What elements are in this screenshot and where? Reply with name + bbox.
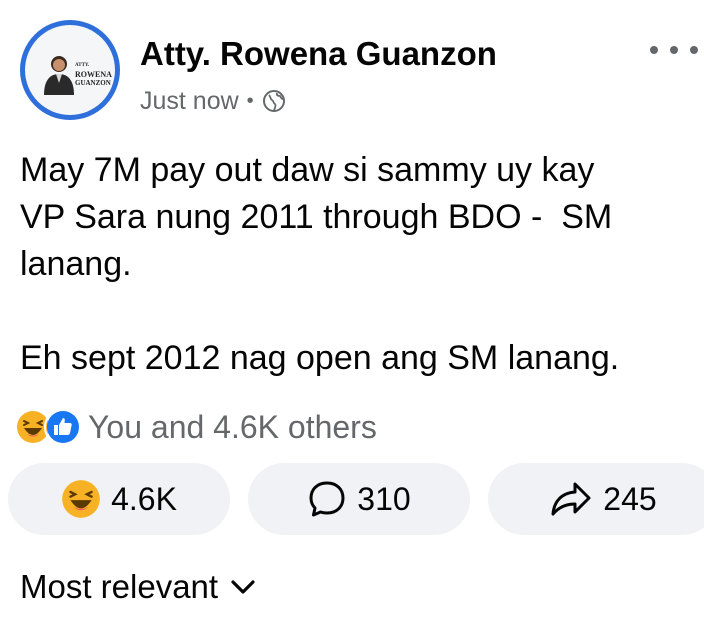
- more-dot-icon: [670, 46, 678, 54]
- avatar-text-line2: ROWENA: [75, 70, 112, 79]
- comment-button[interactable]: 310: [248, 463, 470, 535]
- like-icon: [44, 408, 82, 446]
- sort-label: Most relevant: [20, 568, 219, 605]
- reaction-icons: [14, 408, 82, 446]
- avatar[interactable]: ATTY. ROWENA GUANZON: [20, 20, 120, 120]
- react-button[interactable]: 4.6K: [8, 463, 230, 535]
- author-name[interactable]: Atty. Rowena Guanzon: [140, 35, 497, 73]
- react-count: 4.6K: [111, 480, 177, 517]
- post-text: May 7M pay out daw si sammy uy kay VP Sa…: [20, 151, 620, 377]
- avatar-logo-text: ATTY. ROWENA GUANZON: [75, 61, 115, 88]
- post-meta: Just now •: [140, 86, 286, 116]
- avatar-text-line1: ATTY.: [75, 63, 90, 68]
- separator-dot: •: [246, 89, 254, 112]
- reactions-summary[interactable]: You and 4.6K others: [14, 407, 377, 447]
- chevron-down-icon: [231, 580, 255, 594]
- timestamp[interactable]: Just now: [140, 87, 239, 116]
- comment-icon: [309, 481, 345, 517]
- share-button[interactable]: 245: [488, 463, 704, 535]
- haha-icon: [62, 480, 100, 518]
- facebook-post: ATTY. ROWENA GUANZON Atty. Rowena Guanzo…: [0, 0, 704, 624]
- more-dot-icon: [690, 46, 698, 54]
- globe-icon[interactable]: [262, 89, 286, 113]
- share-count: 245: [603, 480, 657, 517]
- comment-sort-dropdown[interactable]: Most relevant: [20, 567, 256, 607]
- avatar-image: ATTY. ROWENA GUANZON: [25, 25, 115, 115]
- avatar-text-line3: GUANZON: [75, 79, 111, 87]
- more-options-button[interactable]: [650, 38, 698, 62]
- more-dot-icon: [650, 46, 658, 54]
- person-photo: [44, 56, 74, 95]
- share-icon: [551, 482, 591, 516]
- reactions-summary-text: You and 4.6K others: [88, 408, 377, 445]
- comment-count: 310: [357, 480, 411, 517]
